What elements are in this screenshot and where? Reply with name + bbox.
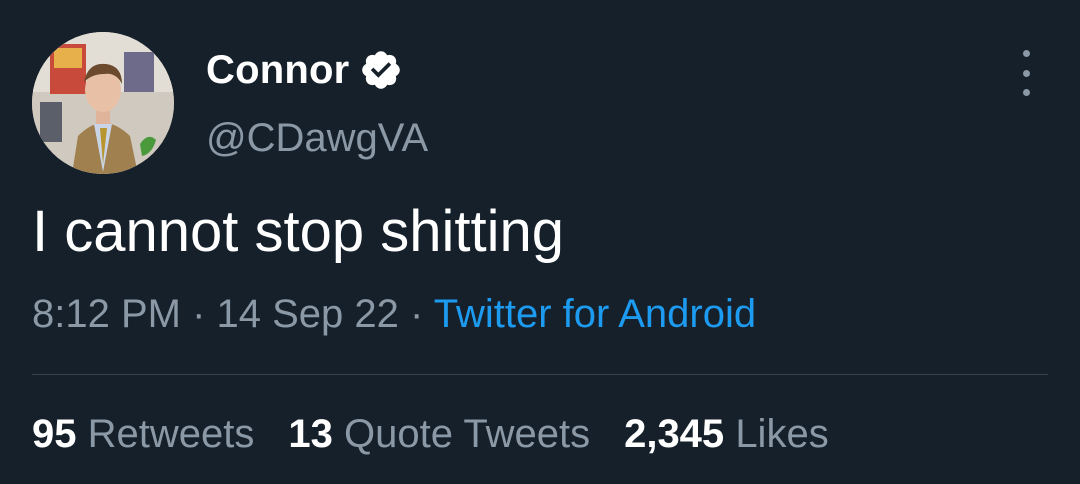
retweets-stat[interactable]: 95 Retweets [32,410,254,458]
display-name[interactable]: Connor [206,48,349,92]
quote-tweets-stat[interactable]: 13 Quote Tweets [288,410,590,458]
tweet-date[interactable]: 14 Sep 22 [217,292,399,336]
meta-separator: · [180,292,217,336]
meta-separator: · [398,292,434,336]
more-dot [1022,69,1030,77]
likes-label: Likes [735,412,829,456]
more-dot [1022,50,1030,57]
author-name-row[interactable]: Connor [206,48,403,92]
avatar[interactable] [32,32,174,174]
author-handle[interactable]: @CDawgVA [206,114,428,162]
more-dot [1022,89,1030,96]
more-options-icon[interactable] [1011,50,1041,96]
verified-badge-icon [362,51,401,89]
retweets-count: 95 [32,412,77,456]
tweet-stats: 95 Retweets 13 Quote Tweets 2,345 Likes [32,410,863,458]
avatar-image [32,32,174,174]
quote-tweets-count: 13 [288,412,333,456]
divider [32,374,1048,375]
tweet-text: I cannot stop shitting [32,199,564,264]
likes-count: 2,345 [624,412,725,456]
retweets-label: Retweets [87,412,255,456]
tweet-time[interactable]: 8:12 PM [32,292,181,336]
tweet-meta: 8:12 PM · 14 Sep 22 · Twitter for Androi… [32,290,756,338]
quote-tweets-label: Quote Tweets [344,412,591,456]
likes-stat[interactable]: 2,345 Likes [624,410,829,458]
tweet-source-link[interactable]: Twitter for Android [434,292,756,336]
